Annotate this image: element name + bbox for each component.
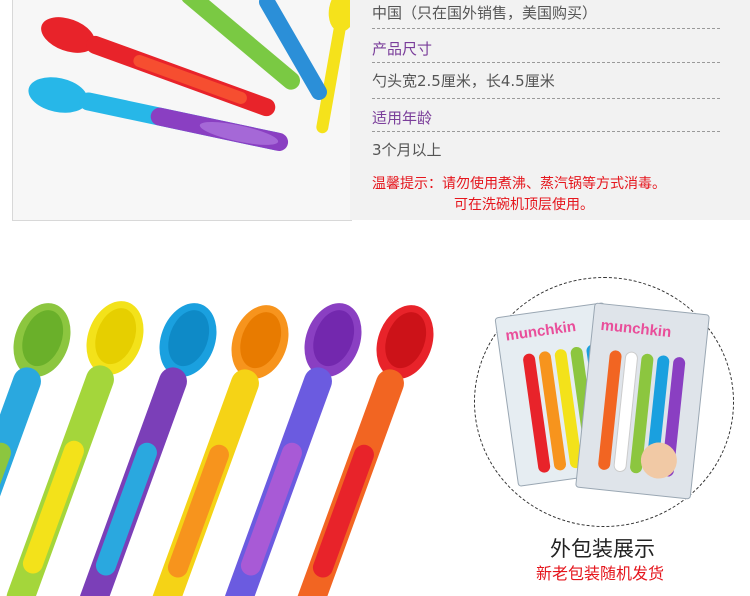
packaging-highlight: munchkin munchkin [474,277,734,527]
age-value: 3个月以上 [372,141,442,159]
size-value: 勺头宽2.5厘米，长4.5厘米 [372,72,555,90]
spec-panel: 中国（只在国外销售，美国购买） 产品尺寸 勺头宽2.5厘米，长4.5厘米 适用年… [350,0,740,220]
size-label: 产品尺寸 [372,40,433,58]
warning-text-line2: 可在洗碗机顶层使用。 [454,197,594,213]
divider [372,62,720,63]
spoons-photo [28,0,351,151]
age-label: 适用年龄 [372,109,433,127]
divider [372,98,720,99]
packaging-photo: munchkin munchkin [494,302,710,500]
product-photo-panel [12,0,352,221]
packaging-caption: 外包装展示 [550,537,655,561]
divider [372,28,720,29]
origin-value: 中国（只在国外销售，美国购买） [372,4,598,22]
warning-text: 温馨提示：请勿使用煮沸、蒸汽锅等方式消毒。 [372,176,666,192]
divider [372,131,720,132]
packaging-note: 新老包装随机发货 [536,564,665,583]
